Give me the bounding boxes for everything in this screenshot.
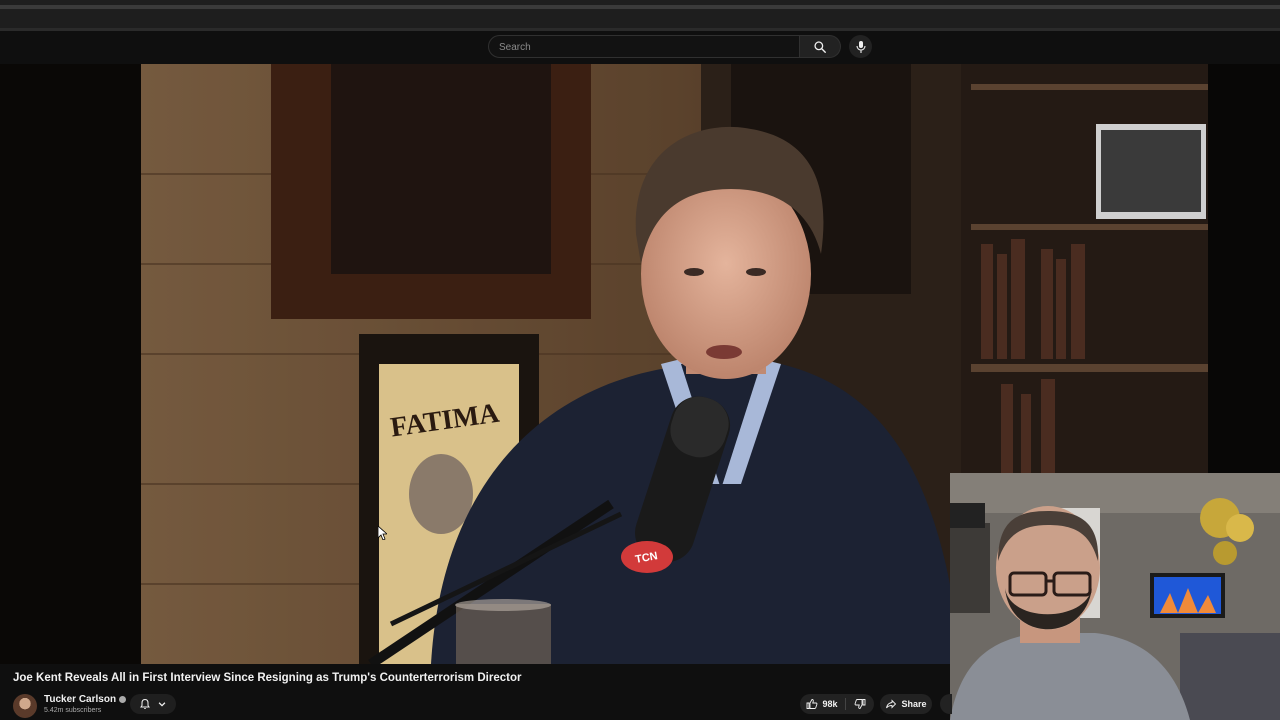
watch-metadata: Joe Kent Reveals All in First Interview … <box>0 664 952 720</box>
top-divider <box>0 5 1280 9</box>
channel-name-link[interactable]: Tucker Carlson <box>44 694 127 705</box>
bell-icon <box>140 698 150 709</box>
mouse-cursor <box>378 526 387 540</box>
like-dislike-group: 98k <box>800 694 874 714</box>
search-button[interactable] <box>800 35 841 58</box>
video-letterbox-right <box>1208 64 1280 474</box>
search-box[interactable] <box>488 35 800 58</box>
subscriber-count: 5.42m subscribers <box>44 707 102 714</box>
share-icon <box>886 699 897 709</box>
browser-top-strip <box>0 0 1280 31</box>
thumbs-up-icon <box>807 699 818 709</box>
share-button[interactable]: Share <box>880 694 932 714</box>
dislike-button[interactable] <box>846 694 874 714</box>
more-actions-button[interactable] <box>940 694 952 714</box>
webcam-overlay <box>950 473 1280 720</box>
search-input[interactable] <box>497 38 791 57</box>
masthead <box>0 31 1280 64</box>
microphone-icon <box>855 40 866 53</box>
search-icon <box>814 40 826 53</box>
thumbs-down-icon <box>854 699 866 709</box>
video-title: Joe Kent Reveals All in First Interview … <box>13 672 522 684</box>
voice-search-button[interactable] <box>849 35 872 58</box>
like-count: 98k <box>822 699 838 709</box>
video-letterbox-left <box>0 64 141 664</box>
chevron-down-icon <box>158 702 166 707</box>
verified-badge-icon <box>119 695 127 703</box>
share-label: Share <box>901 699 927 709</box>
like-button[interactable]: 98k <box>800 694 844 714</box>
webcam-frame <box>950 473 1280 720</box>
channel-avatar[interactable] <box>13 694 37 718</box>
channel-name[interactable]: Tucker Carlson <box>44 694 116 705</box>
notification-bell-button[interactable] <box>130 694 176 714</box>
